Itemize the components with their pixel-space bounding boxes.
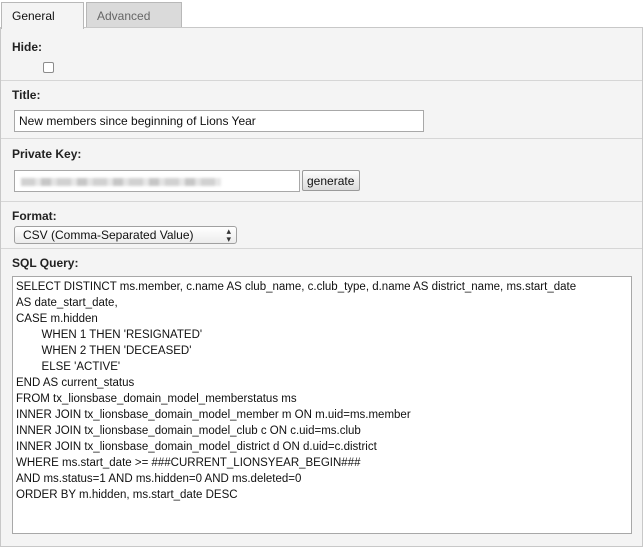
private-key-label: Private Key: — [12, 147, 82, 161]
sql-line: AND ms.status=1 AND ms.hidden=0 AND ms.d… — [16, 473, 302, 485]
sql-line: END AS current_status — [16, 377, 135, 389]
sql-line: WHEN 2 THEN 'DECEASED' — [16, 345, 192, 357]
sql-line: INNER JOIN tx_lionsbase_domain_model_dis… — [16, 441, 377, 453]
select-arrows-icon: ▴ ▾ — [226, 226, 231, 244]
format-select-value: CSV (Comma-Separated Value) — [23, 228, 194, 242]
hide-label: Hide: — [12, 40, 42, 54]
sql-query-textarea[interactable]: SELECT DISTINCT ms.member, c.name AS clu… — [12, 276, 632, 534]
hide-checkbox[interactable] — [43, 62, 54, 73]
format-section: Format: CSV (Comma-Separated Value) ▴ ▾ — [1, 202, 642, 249]
private-key-section: Private Key: generate — [1, 139, 642, 202]
sql-line: ORDER BY m.hidden, ms.start_date DESC — [16, 489, 238, 501]
tab-bar: General Advanced — [0, 0, 643, 29]
format-select[interactable]: CSV (Comma-Separated Value) ▴ ▾ — [14, 226, 237, 244]
hide-section: Hide: — [1, 28, 642, 81]
title-input[interactable] — [14, 110, 424, 132]
sql-line: ELSE 'ACTIVE' — [16, 361, 121, 373]
sql-line: WHERE ms.start_date >= ###CURRENT_LIONSY… — [16, 457, 361, 469]
tab-advanced[interactable]: Advanced — [86, 2, 182, 28]
format-label: Format: — [12, 209, 57, 223]
tab-general[interactable]: General — [1, 2, 84, 29]
private-key-input[interactable] — [14, 170, 300, 192]
title-section: Title: — [1, 81, 642, 139]
sql-line: WHEN 1 THEN 'RESIGNATED' — [16, 329, 203, 341]
general-panel: Hide: Title: Private Key: generate Forma… — [0, 27, 643, 547]
title-label: Title: — [12, 88, 41, 102]
sql-line: CASE m.hidden — [16, 313, 98, 325]
sql-line: INNER JOIN tx_lionsbase_domain_model_clu… — [16, 425, 361, 437]
sql-line: AS date_start_date, — [16, 297, 118, 309]
record-editor: General Advanced Hide: Title: Private Ke… — [0, 0, 643, 547]
sql-query-label: SQL Query: — [12, 256, 79, 270]
sql-line: SELECT DISTINCT ms.member, c.name AS clu… — [16, 281, 577, 293]
sql-line: INNER JOIN tx_lionsbase_domain_model_mem… — [16, 409, 411, 421]
private-key-redacted-value — [21, 178, 221, 186]
sql-line: FROM tx_lionsbase_domain_model_membersta… — [16, 393, 297, 405]
generate-button[interactable]: generate — [302, 170, 360, 191]
